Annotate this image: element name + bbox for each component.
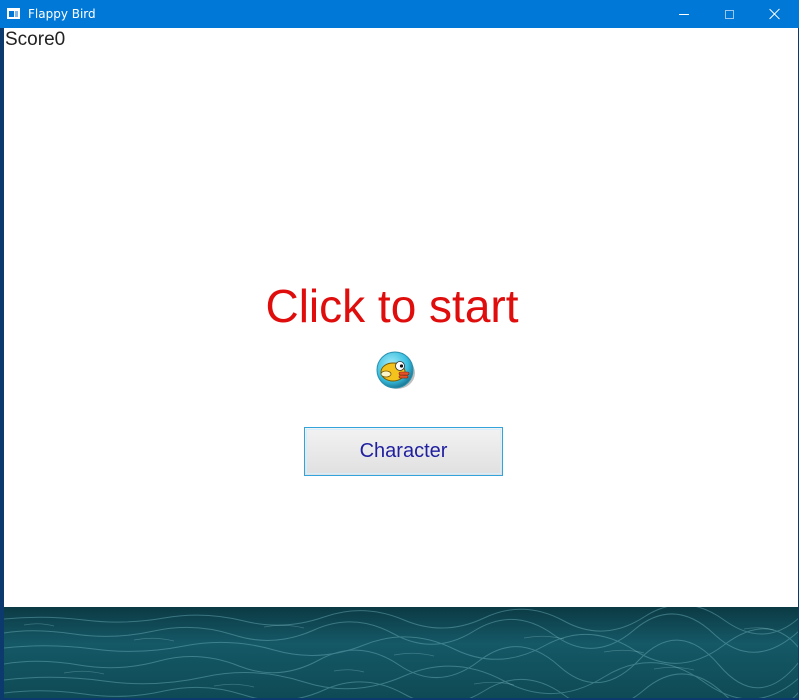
minimize-icon xyxy=(679,13,689,15)
app-window-icon xyxy=(7,8,20,19)
minimize-button[interactable] xyxy=(661,0,707,28)
sea-water-ground xyxy=(4,607,799,698)
maximize-button[interactable] xyxy=(706,0,752,28)
window-title: Flappy Bird xyxy=(28,7,96,21)
game-canvas[interactable]: Score0 Click to start Character xyxy=(4,28,799,698)
close-button[interactable] xyxy=(752,0,798,28)
character-button-label: Character xyxy=(306,429,501,474)
title-bar[interactable]: Flappy Bird xyxy=(0,0,799,28)
flappy-bird-icon xyxy=(376,351,415,389)
score-label: Score0 xyxy=(5,29,66,50)
close-icon xyxy=(769,8,781,20)
click-to-start-label[interactable]: Click to start xyxy=(4,278,780,334)
maximize-icon xyxy=(724,9,734,19)
character-button[interactable]: Character xyxy=(304,427,503,476)
app-window: Flappy Bird Score0 Click to start Charac… xyxy=(0,0,799,700)
